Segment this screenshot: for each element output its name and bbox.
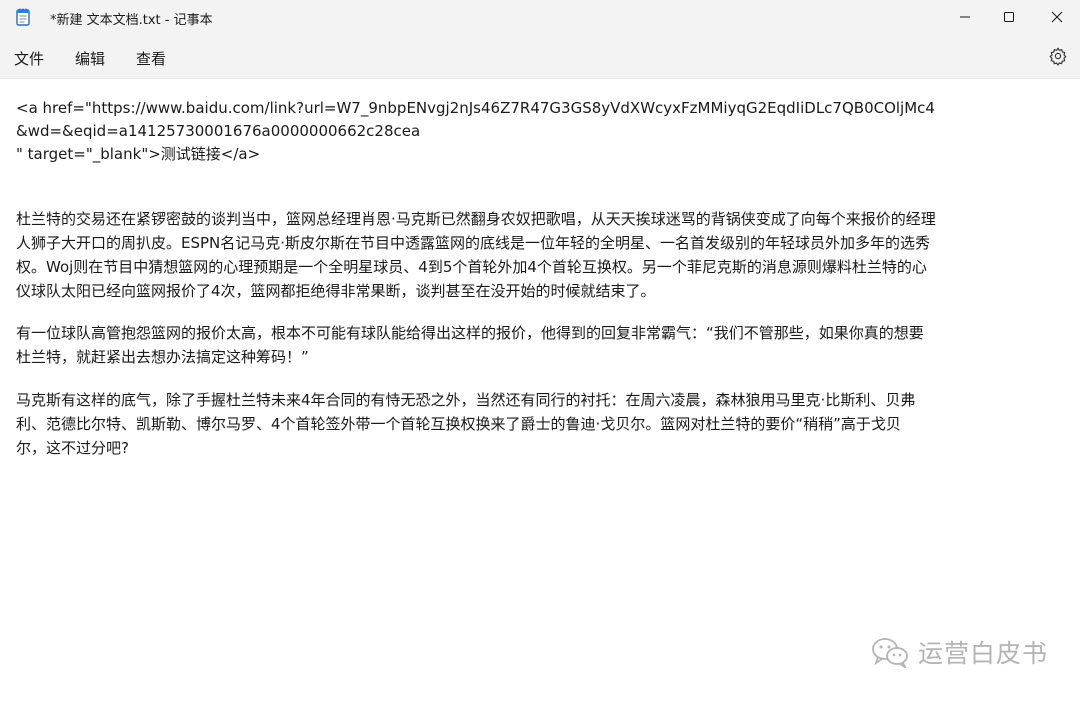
text-line-6: 权。Woj则在节目中猜想篮网的心理预期是一个全明星球员、4到5个首轮外加4个首轮…: [16, 258, 927, 276]
menu-bar: 文件 编辑 查看: [0, 34, 1080, 79]
minimize-button[interactable]: [942, 0, 988, 34]
text-line-5: 人狮子大开口的周扒皮。ESPN名记马克·斯皮尔斯在节目中透露篮网的底线是一位年轻…: [16, 234, 931, 252]
text-line-7: 仪球队太阳已经向篮网报价了4次，篮网都拒绝得非常果断，谈判甚至在没开始的时候就结…: [16, 282, 656, 300]
text-line-9: 杜兰特，就赶紧出去想办法搞定这种筹码！”: [16, 348, 309, 366]
text-line-11: 利、范德比尔特、凯斯勒、博尔马罗、4个首轮签外带一个首轮互换权换来了爵士的鲁迪·…: [16, 415, 901, 433]
text-editor-area[interactable]: <a href="https://www.baidu.com/link?url=…: [0, 79, 1080, 704]
text-line-2: &wd=&eqid=a14125730001676a0000000662c28c…: [16, 122, 421, 140]
text-line-4: 杜兰特的交易还在紧锣密鼓的谈判当中，篮网总经理肖恩·马克斯已然翻身农奴把歌唱，从…: [16, 210, 936, 228]
wechat-icon: [872, 638, 908, 668]
text-line-12: 尔，这不过分吧?: [16, 439, 129, 457]
menu-edit[interactable]: 编辑: [75, 48, 105, 69]
close-button[interactable]: [1034, 0, 1080, 34]
text-line-1: <a href="https://www.baidu.com/link?url=…: [16, 99, 935, 117]
text-line-10: 马克斯有这样的底气，除了手握杜兰特未来4年合同的有恃无恐之外，当然还有同行的衬托…: [16, 391, 916, 409]
minimize-icon: [960, 16, 970, 18]
watermark-text: 运营白皮书: [917, 639, 1048, 668]
menu-file[interactable]: 文件: [14, 48, 44, 69]
window-title: *新建 文本文档.txt - 记事本: [50, 13, 213, 28]
text-line-8: 有一位球队高管抱怨篮网的报价太高，根本不可能有球队能给得出这样的报价，他得到的回…: [16, 324, 924, 342]
maximize-button[interactable]: [986, 0, 1032, 34]
close-icon: [1051, 11, 1063, 23]
notepad-icon: [16, 8, 30, 26]
watermark: 运营白皮书: [870, 634, 1048, 670]
maximize-icon: [1004, 12, 1014, 22]
title-bar: *新建 文本文档.txt - 记事本: [0, 0, 1080, 34]
text-line-3: " target="_blank">测试链接</a>: [16, 145, 261, 163]
settings-gear-icon[interactable]: [1048, 46, 1068, 66]
menu-view[interactable]: 查看: [136, 48, 166, 69]
